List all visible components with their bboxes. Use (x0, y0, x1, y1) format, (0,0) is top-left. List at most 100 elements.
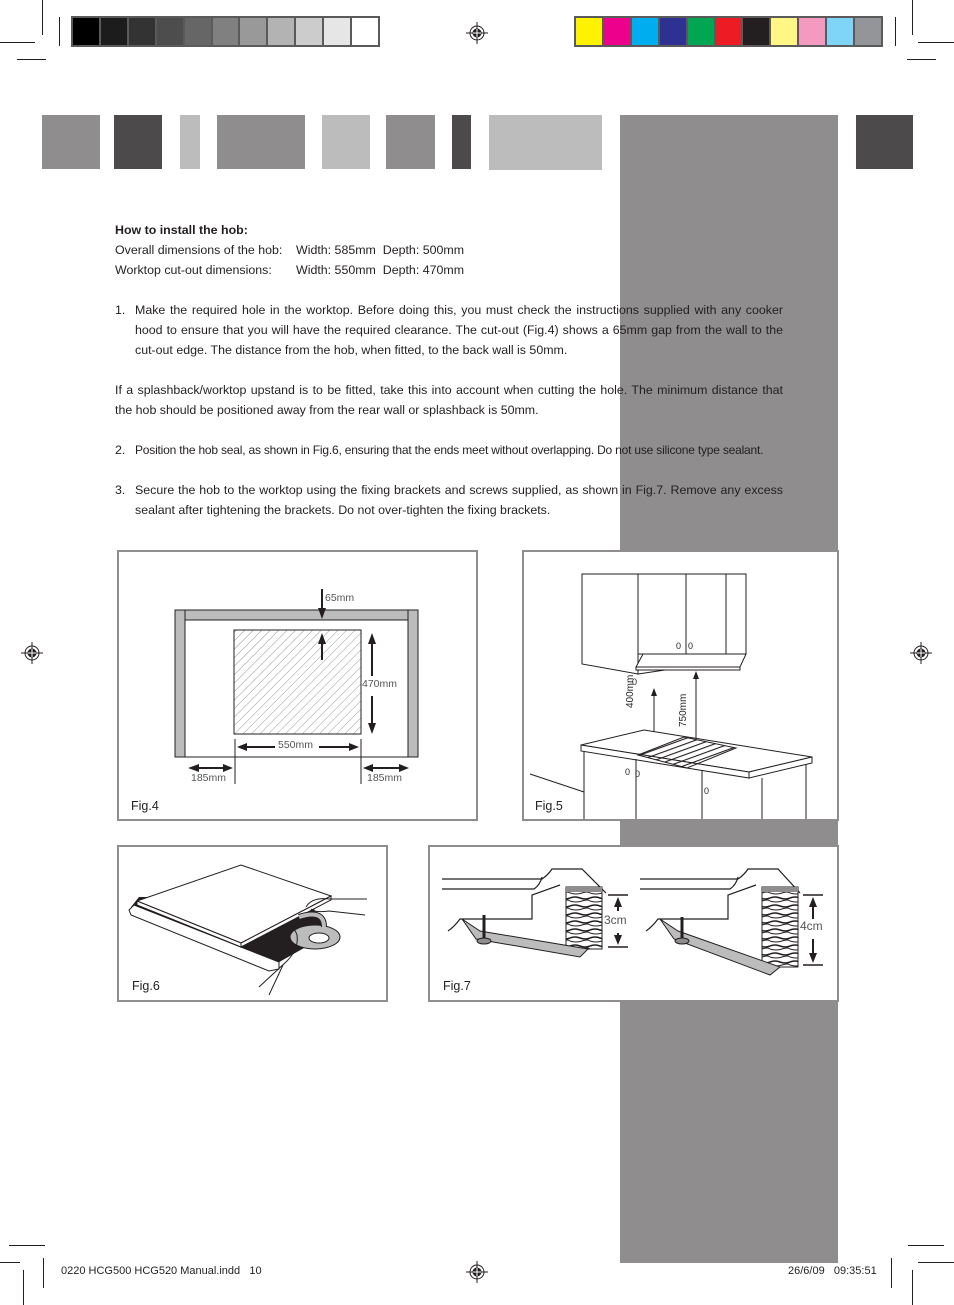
step-item: 2. Position the hob seal, as shown in Fi… (115, 440, 783, 460)
crop-mark (42, 0, 43, 35)
crop-mark (891, 1258, 892, 1288)
kitchen-clearance-diagram: 0 0 0 0 0 0 (529, 573, 813, 819)
figure-caption: Fig.5 (535, 799, 563, 813)
color-swatch (855, 18, 881, 45)
cutout-area (233, 629, 362, 735)
step-number: 2. (115, 443, 126, 457)
installation-instructions: How to install the hob: Overall dimensio… (115, 220, 783, 520)
color-swatch (631, 18, 660, 45)
color-swatch (212, 18, 241, 45)
hob-seal-illustration (128, 864, 367, 996)
spec-row: Overall dimensions of the hob: Width: 58… (115, 240, 783, 260)
dimension-label-hood-clearance: 750mm (678, 693, 689, 727)
color-swatch (715, 18, 744, 45)
header-tab-block (322, 115, 370, 169)
step-text: Position the hob seal, as shown in Fig.6… (135, 443, 764, 457)
dimension-label-depth: 470mm (362, 678, 398, 690)
left-side-strip (174, 609, 186, 758)
header-tab-block (452, 115, 471, 169)
figure-7-fixing-brackets: 3cm 4cm Fig.7 (428, 845, 839, 1002)
spec-value: Width: 585mm Depth: 500mm (296, 243, 465, 257)
svg-text:0: 0 (704, 786, 709, 796)
color-swatch (184, 18, 213, 45)
crop-mark (17, 59, 46, 60)
spec-row: Worktop cut-out dimensions: Width: 550mm… (115, 260, 783, 280)
spec-label: Worktop cut-out dimensions: (115, 263, 272, 277)
svg-text:0: 0 (625, 767, 630, 777)
header-tab-block (386, 115, 435, 169)
color-swatch (100, 18, 129, 45)
color-swatch (296, 18, 325, 45)
dimension-label-worktop-4cm: 4cm (800, 919, 823, 933)
color-swatch (73, 18, 101, 45)
crop-mark (895, 17, 896, 46)
bracket-illustration (442, 868, 823, 976)
registration-mark-icon (21, 642, 43, 664)
crop-mark (912, 1270, 913, 1305)
figure-5-hood-clearance: 0 0 0 0 0 0 400mm 750mm Fig.5 (522, 550, 839, 821)
crop-mark (0, 1262, 20, 1263)
back-wall-strip (174, 609, 419, 621)
svg-text:0: 0 (635, 769, 640, 779)
crop-mark (918, 1262, 954, 1263)
color-swatch (659, 18, 688, 45)
dimension-label-worktop-3cm: 3cm (604, 913, 627, 927)
figure-4-cutout-dimensions: 65mm 470mm 550mm 185mm 185mm Fig.4 (117, 550, 478, 821)
color-swatch (687, 18, 716, 45)
header-tab-block (42, 115, 100, 169)
color-swatch (799, 18, 828, 45)
dimension-label-right-margin: 185mm (367, 772, 403, 784)
svg-text:0: 0 (688, 641, 693, 651)
step-text: Make the required hole in the worktop. B… (135, 303, 783, 357)
step-number: 1. (115, 303, 126, 317)
crop-mark (59, 17, 60, 46)
right-side-strip (407, 609, 419, 758)
figure-caption: Fig.7 (443, 979, 471, 993)
color-swatch (128, 18, 157, 45)
spec-value: Width: 550mm Depth: 470mm (296, 263, 465, 277)
section-heading: How to install the hob: (115, 223, 248, 237)
dimension-label-top-gap: 65mm (325, 592, 355, 604)
color-swatch (156, 18, 185, 45)
grayscale-color-bar (71, 16, 380, 47)
svg-text:0: 0 (676, 641, 681, 651)
figure-caption: Fig.6 (132, 979, 160, 993)
color-swatch (268, 18, 297, 45)
header-tab-block (114, 115, 162, 169)
figure-caption: Fig.4 (131, 799, 159, 813)
header-tab-block (217, 115, 305, 169)
dimension-label-width: 550mm (278, 739, 314, 751)
process-color-bar (574, 16, 883, 47)
figure-6-hob-seal: Fig.6 (117, 845, 388, 1002)
crop-mark (918, 42, 954, 43)
dimension-label-cabinet-clearance: 400mm (625, 674, 636, 708)
crop-mark (9, 1245, 45, 1246)
crop-mark (912, 0, 913, 35)
color-swatch (603, 18, 632, 45)
color-swatch (352, 18, 378, 45)
step-number: 3. (115, 483, 126, 497)
cutout-diagram (174, 589, 419, 784)
footer-file-name: 0220 HCG500 HCG520 Manual.indd 10 (61, 1265, 262, 1277)
crop-mark (908, 1245, 944, 1246)
crop-mark (0, 42, 35, 43)
color-swatch (324, 18, 353, 45)
crop-mark (43, 1258, 44, 1288)
color-swatch (240, 18, 269, 45)
footer-timestamp: 26/6/09 09:35:51 (788, 1265, 877, 1277)
registration-mark-icon (910, 642, 932, 664)
crop-mark (23, 1270, 24, 1305)
color-swatch (771, 18, 800, 45)
header-tab-block-active (856, 115, 913, 169)
registration-mark-icon (466, 22, 488, 44)
color-swatch (827, 18, 856, 45)
registration-mark-icon (466, 1261, 488, 1283)
header-tab-block (180, 115, 200, 169)
step-item: 3. Secure the hob to the worktop using t… (115, 480, 783, 520)
color-swatch (576, 18, 604, 45)
dimension-label-left-margin: 185mm (191, 772, 227, 784)
step-text: Secure the hob to the worktop using the … (135, 483, 783, 517)
header-tab-block (489, 115, 602, 170)
step-item: 1. Make the required hole in the worktop… (115, 300, 783, 360)
spec-label: Overall dimensions of the hob: (115, 243, 283, 257)
